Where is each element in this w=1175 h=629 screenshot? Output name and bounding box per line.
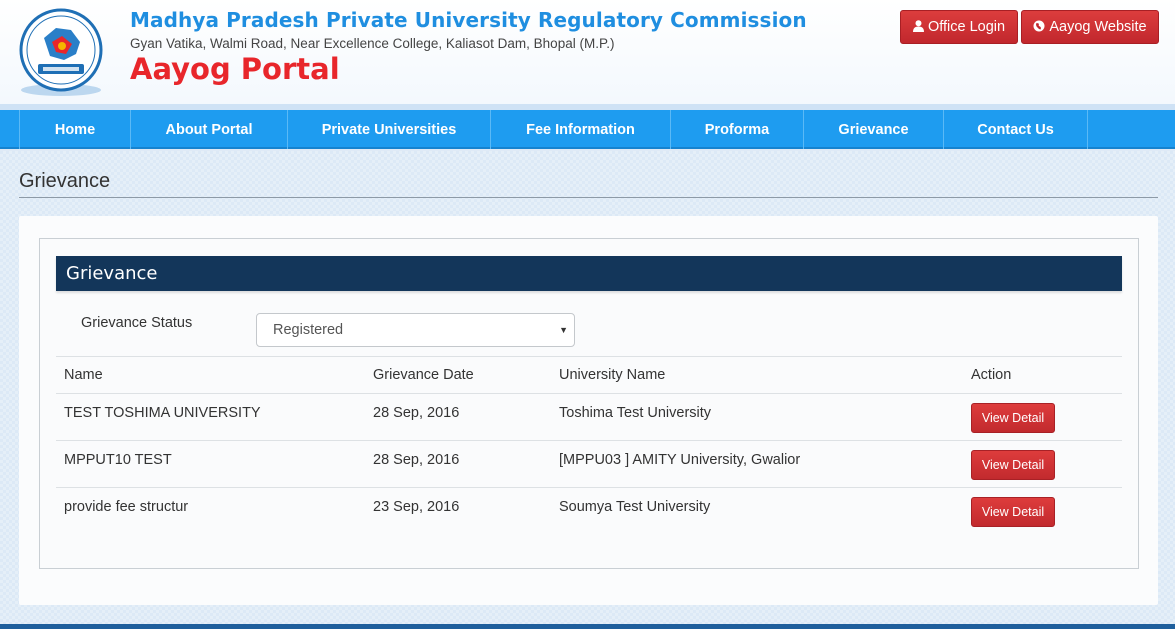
- caret-down-icon: ▼: [559, 325, 568, 335]
- footer-bar: [0, 624, 1175, 629]
- column-header-action: Action: [963, 356, 1122, 394]
- view-detail-button[interactable]: View Detail: [971, 450, 1055, 480]
- nav-proforma[interactable]: Proforma: [671, 110, 804, 149]
- nav-fee-information[interactable]: Fee Information: [491, 110, 671, 149]
- nav-private-universities[interactable]: Private Universities: [288, 110, 491, 149]
- main-nav: Home About Portal Private Universities F…: [0, 110, 1175, 149]
- grievance-box: Grievance Grievance Status Registered ▼ …: [39, 238, 1139, 569]
- portal-name: Aayog Portal: [130, 52, 340, 86]
- aayog-website-button[interactable]: Aayog Website: [1021, 10, 1159, 44]
- cell-action: View Detail: [963, 440, 1122, 488]
- cell-university: Toshima Test University: [551, 393, 963, 441]
- user-icon: [912, 19, 924, 35]
- column-header-name: Name: [56, 356, 365, 394]
- content-panel: Grievance Grievance Status Registered ▼ …: [19, 216, 1158, 605]
- office-login-button[interactable]: Office Login: [900, 10, 1018, 44]
- table-row: provide fee structur 23 Sep, 2016 Soumya…: [56, 488, 1122, 535]
- table-row: TEST TOSHIMA UNIVERSITY 28 Sep, 2016 Tos…: [56, 393, 1122, 441]
- nav-grievance[interactable]: Grievance: [804, 110, 944, 149]
- org-title: Madhya Pradesh Private University Regula…: [130, 8, 807, 32]
- column-header-date: Grievance Date: [365, 356, 551, 394]
- cell-university: Soumya Test University: [559, 499, 711, 515]
- nav-contact-us[interactable]: Contact Us: [944, 110, 1088, 149]
- cell-date: 28 Sep, 2016: [365, 440, 551, 488]
- cell-date: 28 Sep, 2016: [365, 393, 551, 441]
- cell-date: 23 Sep, 2016: [373, 499, 460, 515]
- cell-action: View Detail: [963, 393, 1122, 441]
- column-header-university: University Name: [551, 356, 963, 394]
- panel-title: Grievance: [56, 256, 1122, 291]
- aayog-website-label: Aayog Website: [1049, 19, 1147, 35]
- site-header: Madhya Pradesh Private University Regula…: [0, 0, 1175, 106]
- grievance-status-select[interactable]: Registered ▼: [256, 313, 575, 347]
- heading-divider: [19, 197, 1158, 198]
- grievance-table: Name Grievance Date University Name Acti…: [56, 356, 1122, 535]
- cell-name: provide fee structur: [64, 499, 189, 515]
- table-header-row: Name Grievance Date University Name Acti…: [56, 356, 1122, 394]
- view-detail-button[interactable]: View Detail: [971, 403, 1055, 433]
- cell-name: TEST TOSHIMA UNIVERSITY: [56, 393, 365, 441]
- nav-about-portal[interactable]: About Portal: [131, 110, 288, 149]
- status-label: Grievance Status: [81, 315, 193, 331]
- commission-seal-logo: [19, 8, 103, 96]
- cell-action: View Detail: [963, 488, 1122, 535]
- table-row: MPPUT10 TEST 28 Sep, 2016 [MPPU03 ] AMIT…: [56, 440, 1122, 488]
- cell-university: [MPPU03 ] AMITY University, Gwalior: [551, 440, 963, 488]
- org-address: Gyan Vatika, Walmi Road, Near Excellence…: [130, 36, 615, 51]
- status-selected-value: Registered: [273, 322, 344, 338]
- nav-home[interactable]: Home: [20, 110, 131, 149]
- office-login-label: Office Login: [927, 19, 1006, 35]
- view-detail-button[interactable]: View Detail: [971, 497, 1055, 527]
- cell-name: MPPUT10 TEST: [56, 440, 365, 488]
- page-title: Grievance: [19, 170, 111, 192]
- globe-icon: [1033, 20, 1045, 35]
